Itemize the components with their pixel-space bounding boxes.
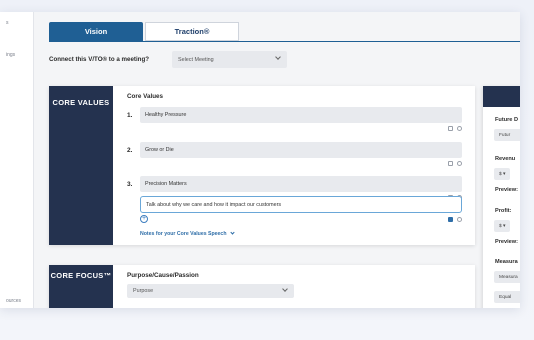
core-value-number-1: 1. <box>127 112 133 119</box>
core-values-card: CORE VALUES Core Values 1. Healthy Press… <box>49 86 475 245</box>
equal-select[interactable]: Equal <box>494 291 520 303</box>
core-value-speech-input[interactable]: Talk about why we care and how it impact… <box>140 196 462 213</box>
sidebar: s ings ources <box>0 12 34 308</box>
core-focus-card: CORE FOCUS™ Purpose/Cause/Passion Purpos… <box>49 265 475 308</box>
core-focus-heading: Purpose/Cause/Passion <box>127 272 199 279</box>
comment-icon[interactable] <box>448 126 453 131</box>
core-focus-select-value: Purpose <box>133 288 154 294</box>
core-value-field-2[interactable]: Grow or Die <box>140 142 462 158</box>
core-focus-select[interactable]: Purpose <box>127 284 294 298</box>
sidebar-item-settings[interactable]: ings <box>6 52 15 58</box>
connect-meeting-label: Connect this V/TO® to a meeting? <box>49 56 150 63</box>
core-value-field-3[interactable]: Precision Matters <box>140 176 462 192</box>
info-icon[interactable] <box>457 161 462 166</box>
sidebar-item-resources[interactable]: ources <box>6 298 21 304</box>
add-value-button[interactable]: + <box>140 215 148 223</box>
ten-year-target-panel: Future D Futur Revenu $ ▾ Preview: Profi… <box>483 86 520 308</box>
chevron-down-icon <box>275 54 281 60</box>
measurable-input[interactable]: Measura <box>494 271 520 283</box>
revenue-label: Revenu <box>495 156 516 162</box>
notes-speech-link[interactable]: Notes for your Core Values Speech <box>140 230 235 237</box>
chevron-down-icon <box>282 286 288 292</box>
core-value-number-3: 3. <box>127 181 133 188</box>
main-content: Vision Traction® Connect this V/TO® to a… <box>34 12 520 308</box>
panel-header <box>483 86 520 107</box>
core-focus-title: CORE FOCUS™ <box>50 271 112 280</box>
tab-vision[interactable]: Vision <box>49 22 143 41</box>
core-values-title: CORE VALUES <box>52 98 110 107</box>
core-value-field-1[interactable]: Healthy Pressure <box>140 107 462 123</box>
notes-speech-label: Notes for your Core Values Speech <box>140 231 227 237</box>
tab-bar: Vision Traction® <box>49 22 239 41</box>
select-meeting-value: Select Meeting <box>178 56 214 63</box>
comment-icon[interactable] <box>448 161 453 166</box>
tab-traction[interactable]: Traction® <box>145 22 239 41</box>
app-window: s ings ources Vision Traction® Connect t… <box>0 12 520 308</box>
chevron-down-icon <box>230 230 235 235</box>
tab-underline <box>49 41 520 42</box>
info-icon[interactable] <box>457 217 462 222</box>
revenue-preview-label: Preview: <box>495 187 519 193</box>
revenue-currency-select[interactable]: $ ▾ <box>494 168 510 180</box>
future-date-input[interactable]: Futur <box>494 129 520 141</box>
save-icon[interactable] <box>448 217 453 222</box>
info-icon[interactable] <box>457 126 462 131</box>
profit-label: Profit: <box>495 208 512 214</box>
core-values-heading: Core Values <box>127 93 164 100</box>
core-focus-sidebar: CORE FOCUS™ <box>49 265 113 308</box>
core-values-sidebar: CORE VALUES <box>49 86 113 245</box>
core-value-number-2: 2. <box>127 147 133 154</box>
select-meeting-dropdown[interactable]: Select Meeting <box>172 51 287 68</box>
future-date-label: Future D <box>495 117 518 123</box>
measurables-label: Measura <box>495 259 518 265</box>
profit-preview-label: Preview: <box>495 239 519 245</box>
sidebar-item-1[interactable]: s <box>6 20 9 26</box>
profit-currency-select[interactable]: $ ▾ <box>494 220 510 232</box>
